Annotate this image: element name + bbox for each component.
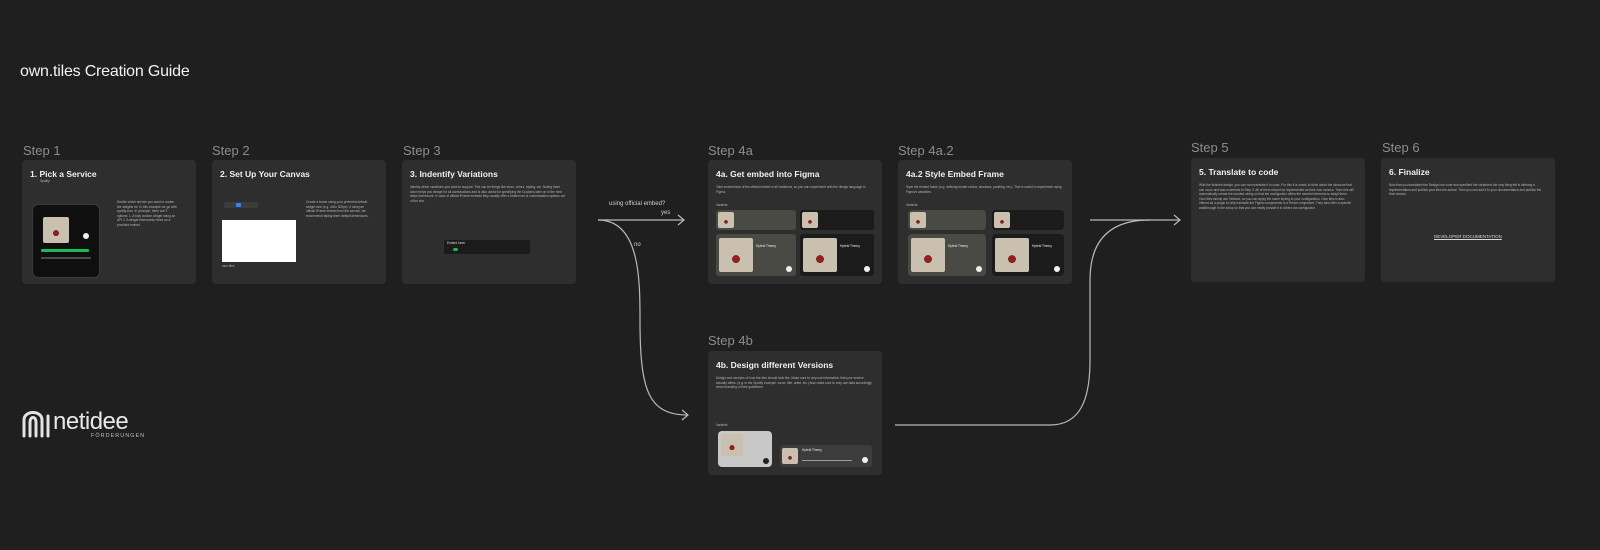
step-4a-card[interactable]: 4a. Get embed into Figma Take screenshot… [708, 160, 882, 284]
logo-wordmark: netidee [53, 408, 129, 435]
arrow-head-4b [681, 409, 689, 421]
play-icon [862, 457, 868, 463]
album-cover [719, 238, 753, 272]
styled-variant-large-dark: Hybrid Theory [992, 234, 1064, 276]
arrow-head-5 [1173, 214, 1181, 226]
step-2-text: Create a frame using your preferred defa… [306, 200, 369, 218]
step-3-text: Identify which variations you want to su… [410, 185, 566, 203]
step-6-label: Step 6 [1382, 140, 1420, 155]
embed-variant-small-light [716, 210, 796, 230]
netidee-logo-icon [22, 411, 50, 438]
album-title: Hybrid Theory [756, 244, 776, 248]
step-5-card[interactable]: 5. Translate to code With the finished d… [1191, 158, 1365, 282]
step-6-text: Now that you translated the Design into … [1389, 183, 1542, 197]
album-cover [721, 434, 743, 456]
step-3-label: Step 3 [403, 143, 441, 158]
embed-variant-large-dark: Hybrid Theory [800, 234, 874, 276]
custom-version-wide: Hybrid Theory [780, 445, 872, 467]
arrow-to-step-4b [597, 219, 689, 416]
frame-tool-icon [236, 203, 241, 207]
step-2-card[interactable]: 2. Set Up Your Canvas own-tiles Create a… [212, 160, 386, 284]
step-4a-title: 4a. Get embed into Figma [716, 169, 820, 179]
play-icon [1054, 266, 1060, 272]
arrow-head-4a [677, 214, 685, 226]
step-2-title: 2. Set Up Your Canvas [220, 169, 310, 179]
step-4b-text: Design and versions of how the tiles sho… [716, 376, 872, 390]
step-2-label: Step 2 [212, 143, 250, 158]
play-icon [83, 233, 89, 239]
step-5-text: With the finished design, you can now tr… [1199, 183, 1354, 210]
widget-frame [222, 220, 296, 262]
step-4a2-text: Style the embed frame (e.g. defining bor… [906, 185, 1062, 194]
step-3-card[interactable]: 3. Indentify Variations Identify which v… [402, 160, 576, 284]
play-icon [864, 266, 870, 272]
step-4a-variants-label: Variants [716, 203, 728, 207]
step-6-card[interactable]: 6. Finalize Now that you translated the … [1381, 158, 1555, 282]
step-4a-label: Step 4a [708, 143, 753, 158]
branch-question-label: using official embed? [609, 201, 666, 207]
step-1-label: Step 1 [23, 143, 61, 158]
step-5-label: Step 5 [1191, 140, 1229, 155]
step-4a2-title: 4a.2 Style Embed Frame [906, 169, 1004, 179]
branch-no-label: no [634, 242, 641, 248]
album-title: Hybrid Theory [948, 244, 968, 248]
step-4a2-label: Step 4a.2 [898, 143, 954, 158]
step-6-title: 6. Finalize [1389, 167, 1430, 177]
styled-variant-large-light: Hybrid Theory [908, 234, 986, 276]
styled-variant-small-dark [992, 210, 1064, 230]
step-4b-card[interactable]: 4b. Design different Versions Design and… [708, 351, 882, 475]
play-icon [976, 266, 982, 272]
progress-bar [41, 257, 91, 259]
album-cover [910, 212, 926, 228]
spotify-accent-bar [41, 249, 89, 252]
step-4a2-card[interactable]: 4a.2 Style Embed Frame Style the embed f… [898, 160, 1072, 284]
embed-tuner-panel: Embed tuner [444, 240, 530, 254]
album-cover [911, 238, 945, 272]
step-4a2-variants-label: Variants [906, 203, 918, 207]
styled-variant-small-light [908, 210, 986, 230]
page-title: own.tiles Creation Guide [20, 63, 190, 80]
step-4b-variants-label: Variants [716, 423, 728, 427]
album-cover [782, 448, 798, 464]
step-4a-text: Take screenshots of the official embed i… [716, 185, 866, 194]
step-1-card[interactable]: 1. Pick a Service Spotify Decide which s… [22, 160, 196, 284]
logo-tagline: FÖRDERUNGEN [91, 433, 146, 439]
phone-mockup [32, 204, 100, 278]
album-title: Hybrid Theory [1032, 244, 1052, 248]
album-cover [803, 238, 837, 272]
step-4b-title: 4b. Design different Versions [716, 360, 834, 370]
step-3-title: 3. Indentify Variations [410, 169, 498, 179]
play-icon [786, 266, 792, 272]
embed-variant-large-light: Hybrid Theory [716, 234, 796, 276]
step-1-text: Decide which service you want to create … [117, 200, 177, 227]
custom-version-square [718, 431, 772, 467]
embed-variant-small-dark [800, 210, 874, 230]
frame-caption: own-tiles [222, 264, 235, 268]
embed-tuner-title: Embed tuner [447, 241, 466, 245]
album-cover [43, 217, 69, 243]
album-cover [718, 212, 734, 228]
step-4b-label: Step 4b [708, 333, 753, 348]
album-cover [995, 238, 1029, 272]
toolbar-mockup [224, 202, 258, 208]
branch-yes-label: yes [661, 210, 671, 216]
play-icon [763, 458, 769, 464]
toggle-icon [453, 248, 458, 251]
progress-bar [802, 460, 852, 461]
developer-documentation-link[interactable]: DEVELOPER DOCUMENTATION [1434, 234, 1502, 239]
album-cover [994, 212, 1010, 228]
step-1-title: 1. Pick a Service [30, 169, 97, 179]
step-1-subtitle: Spotify [40, 179, 50, 183]
album-title: Hybrid Theory [840, 244, 860, 248]
step-5-title: 5. Translate to code [1199, 167, 1279, 177]
album-cover [802, 212, 818, 228]
album-title: Hybrid Theory [802, 448, 822, 452]
